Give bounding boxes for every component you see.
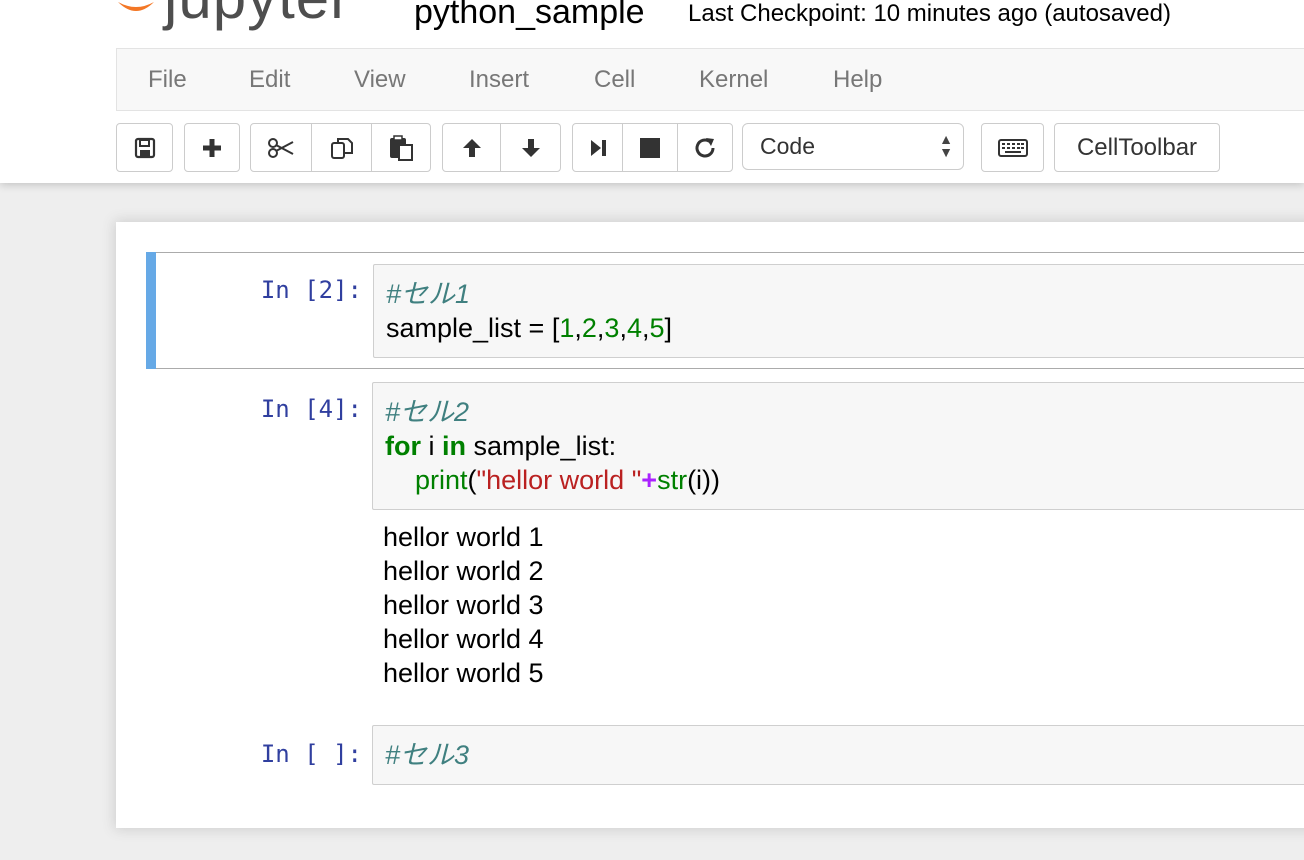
code-token: sample_list:	[466, 431, 617, 461]
menu-edit[interactable]: Edit	[249, 65, 290, 95]
code-token: for	[385, 431, 421, 461]
output-area: hellor world 1 hellor world 2 hellor world…	[383, 520, 1283, 690]
output-line: hellor world 1	[383, 522, 544, 552]
copy-icon	[330, 137, 353, 159]
code-editor[interactable]: #セル1 sample_list = [1,2,3,4,5]	[373, 264, 1304, 358]
cut-button[interactable]	[250, 123, 312, 172]
code-token: (i))	[687, 465, 721, 495]
code-token: "hellor world "	[476, 465, 642, 495]
code-token: ]	[664, 313, 673, 343]
code-line: #セル3	[385, 738, 1304, 772]
code-token: ,	[574, 313, 582, 343]
paste-icon	[390, 134, 413, 161]
input-prompt: In [4]:	[260, 395, 362, 423]
menu-file[interactable]: File	[148, 65, 187, 95]
code-token: in	[442, 431, 467, 461]
input-prompt: In [ ]:	[260, 740, 362, 768]
arrow-up-icon	[462, 138, 481, 157]
checkpoint-status: Last Checkpoint: 10 minutes ago (autosav…	[688, 0, 1171, 27]
output-line: hellor world 3	[383, 590, 544, 620]
logo-text: jupyter	[164, 0, 351, 28]
celltoolbar-button[interactable]: CellToolbar	[1054, 123, 1220, 172]
move-up-button[interactable]	[442, 123, 501, 172]
run-next-icon	[590, 139, 606, 156]
code-token: #セル3	[385, 740, 470, 770]
code-editor[interactable]: #セル2 for i in sample_list: print("hellor …	[372, 382, 1304, 510]
plus-icon	[203, 138, 221, 157]
code-line: for i in sample_list:	[385, 429, 1304, 463]
command-palette-button[interactable]	[981, 123, 1044, 172]
code-line: #セル2	[385, 395, 1304, 429]
code-token: 4	[626, 313, 642, 343]
output-line: hellor world 2	[383, 556, 544, 586]
code-token: 2	[581, 313, 597, 343]
insert-cell-button[interactable]	[184, 123, 240, 172]
code-token: ,	[619, 313, 627, 343]
code-line: sample_list = [1,2,3,4,5]	[386, 311, 1304, 345]
code-token: sample_list = [	[386, 313, 560, 343]
code-token: str	[657, 465, 688, 495]
code-token: print	[415, 465, 468, 495]
menu-view[interactable]: View	[354, 65, 406, 95]
menubar: File Edit View Insert Cell Kernel Help	[116, 48, 1304, 111]
code-token: ,	[642, 313, 650, 343]
interrupt-button[interactable]	[622, 123, 678, 172]
code-cell[interactable]: In [2]: #セル1 sample_list = [1,2,3,4,5]	[146, 252, 1304, 369]
stop-icon	[640, 137, 660, 158]
code-line: #セル1	[386, 277, 1304, 311]
select-arrows-icon: ▲ ▼	[939, 131, 953, 160]
restart-button[interactable]	[677, 123, 733, 172]
menu-kernel[interactable]: Kernel	[699, 65, 768, 95]
header: jupyter python_sample Last Checkpoint: 1…	[0, 0, 1304, 183]
move-down-button[interactable]	[500, 123, 561, 172]
scissors-icon	[268, 137, 294, 158]
code-token: i	[421, 431, 443, 461]
notebook-container: In [2]: #セル1 sample_list = [1,2,3,4,5] In […	[116, 222, 1304, 828]
code-line: print("hellor world "+str(i))	[385, 463, 1304, 497]
cell-type-value: Code	[760, 133, 815, 159]
code-token: 1	[559, 313, 575, 343]
menu-insert[interactable]: Insert	[469, 65, 529, 95]
jupyter-logo[interactable]: jupyter	[112, 0, 392, 36]
code-token: #セル1	[386, 279, 471, 309]
code-editor[interactable]: #セル3	[372, 725, 1304, 785]
save-icon	[134, 137, 155, 158]
menu-help[interactable]: Help	[833, 65, 882, 95]
code-cell[interactable]: In [4]: #セル2 for i in sample_list: print("…	[146, 382, 1304, 702]
cell-type-select[interactable]: Code ▲ ▼	[742, 123, 964, 170]
notebook-name[interactable]: python_sample	[414, 0, 645, 32]
code-token: 3	[604, 313, 620, 343]
code-token: +	[641, 465, 658, 495]
save-button[interactable]	[116, 123, 173, 172]
copy-button[interactable]	[311, 123, 372, 172]
output-line: hellor world 5	[383, 658, 544, 688]
keyboard-icon	[997, 138, 1028, 157]
output-line: hellor world 4	[383, 624, 544, 654]
code-token: #セル2	[385, 397, 470, 427]
code-token: 5	[649, 313, 665, 343]
paste-button[interactable]	[371, 123, 431, 172]
code-token: (	[467, 465, 477, 495]
input-prompt: In [2]:	[260, 276, 362, 304]
arrow-down-icon	[521, 138, 540, 157]
jupyter-logo-icon	[118, 2, 154, 11]
restart-icon	[695, 137, 715, 157]
toolbar: Code ▲ ▼ CellToolbar	[116, 123, 1304, 173]
menu-cell[interactable]: Cell	[594, 65, 635, 95]
code-cell[interactable]: In [ ]: #セル3	[146, 725, 1304, 787]
run-button[interactable]	[572, 123, 623, 172]
